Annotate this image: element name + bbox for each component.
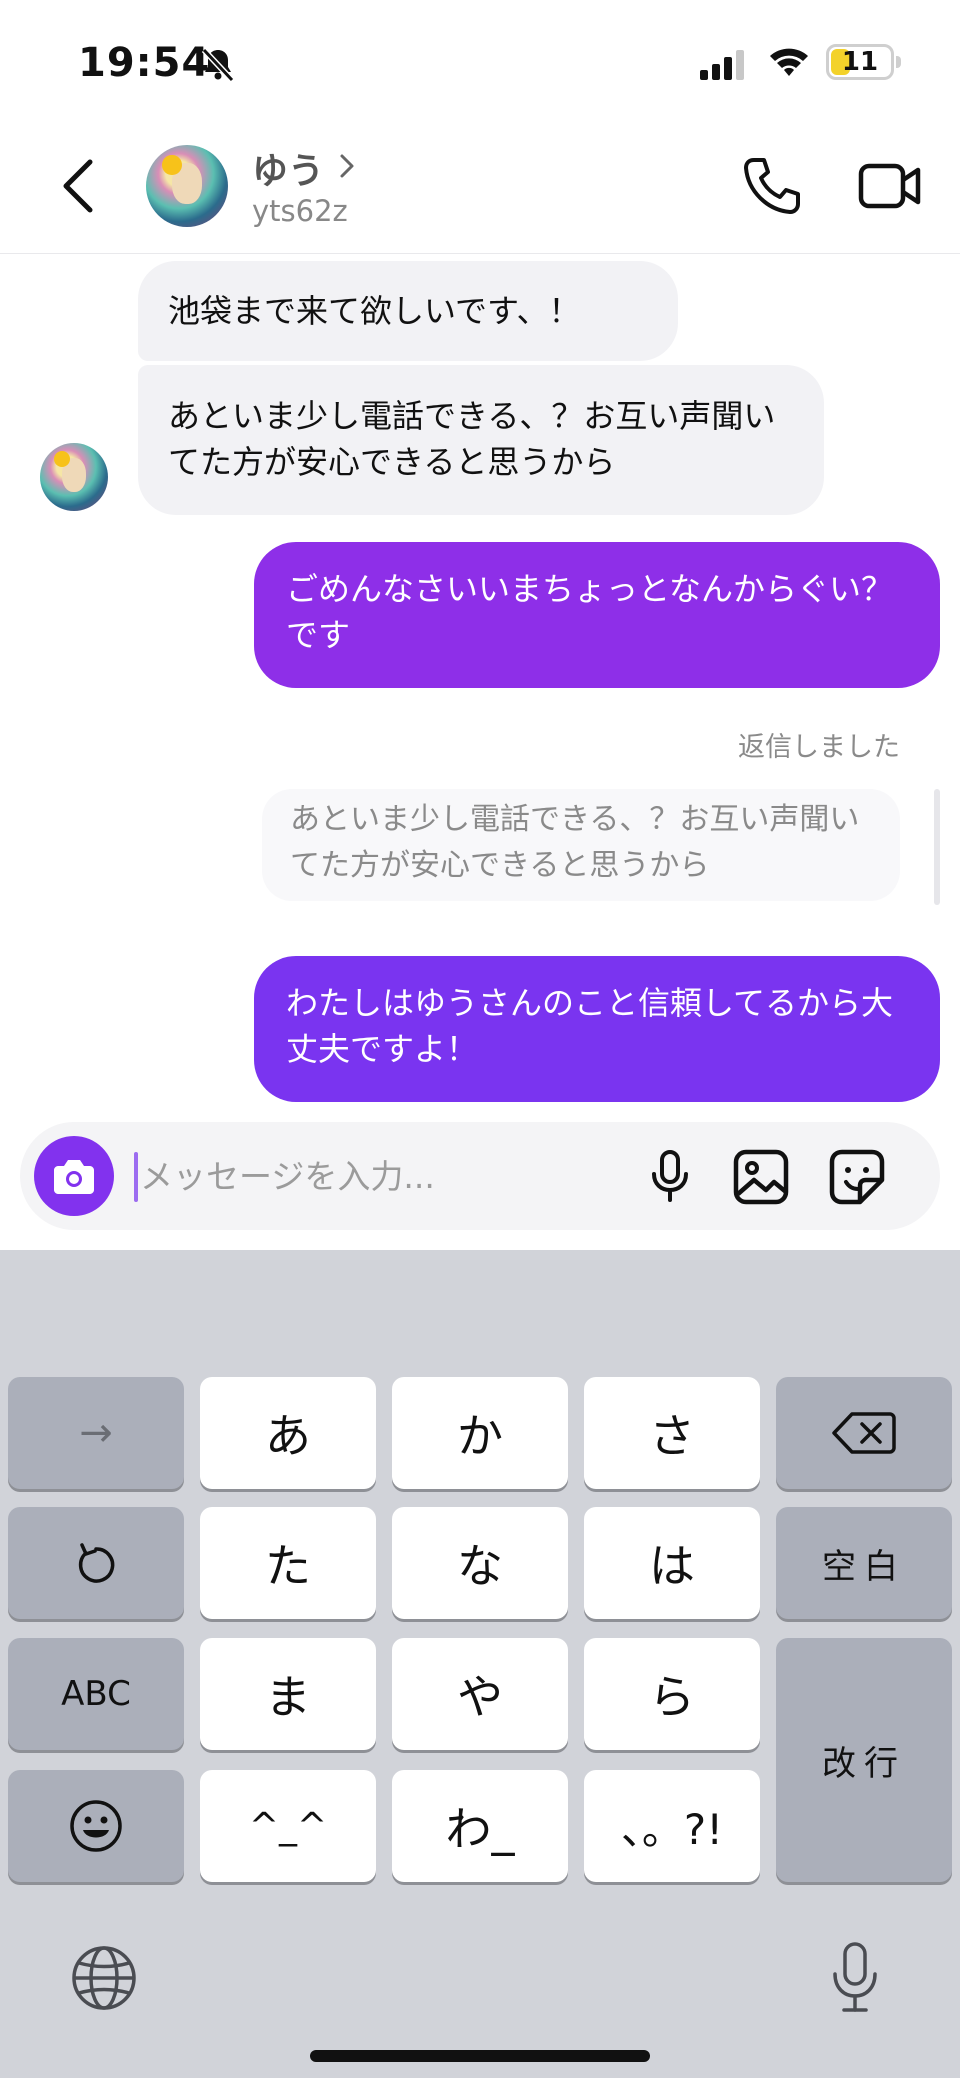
key-ka[interactable]: か xyxy=(392,1377,568,1489)
emoji-icon xyxy=(70,1800,122,1852)
battery-percentage: 11 xyxy=(841,47,879,77)
quoted-reply-preview[interactable]: あといま少し電話できる、？お互い声聞いてた方が安心できると思うから xyxy=(262,789,900,901)
video-camera-icon[interactable] xyxy=(858,156,922,216)
key-a[interactable]: あ xyxy=(200,1377,376,1489)
key-emoji[interactable] xyxy=(8,1770,184,1882)
avatar[interactable] xyxy=(146,145,228,227)
contact-name[interactable]: ゆう xyxy=(252,142,324,194)
key-ta[interactable]: た xyxy=(200,1507,376,1619)
battery-cap xyxy=(896,56,901,68)
sticker-icon[interactable] xyxy=(828,1148,886,1206)
key-ha[interactable]: は xyxy=(584,1507,760,1619)
key-wa[interactable]: わ_ xyxy=(392,1770,568,1882)
key-delete[interactable] xyxy=(776,1377,952,1489)
outgoing-message-bubble[interactable]: ごめんなさいいまちょっとなんからぐい？です xyxy=(254,542,940,688)
keyboard: → あ か さ た な は 空白 ABC ま や ら 改行 ^_^ わ_ 、。?… xyxy=(0,1250,960,2078)
message-list[interactable]: 池袋まで来て欲しいです、！ あといま少し電話できる、？お互い声聞いてた方が安心で… xyxy=(0,255,960,1110)
back-chevron-icon[interactable] xyxy=(52,150,112,222)
avatar[interactable] xyxy=(40,443,108,511)
undo-icon xyxy=(78,1543,115,1583)
key-space[interactable]: 空白 xyxy=(776,1507,952,1619)
key-na[interactable]: な xyxy=(392,1507,568,1619)
dictation-mic-icon[interactable] xyxy=(830,1940,880,2016)
microphone-icon[interactable] xyxy=(642,1148,698,1204)
key-abc[interactable]: ABC xyxy=(8,1638,184,1750)
phone-icon[interactable] xyxy=(740,154,804,218)
cellular-signal-icon xyxy=(700,50,744,80)
key-sa[interactable]: さ xyxy=(584,1377,760,1489)
key-ma[interactable]: ま xyxy=(200,1638,376,1750)
replied-label: 返信しました xyxy=(738,732,900,763)
status-time: 19:54 xyxy=(78,40,211,86)
key-ya[interactable]: や xyxy=(392,1638,568,1750)
incoming-message-bubble[interactable]: 池袋まで来て欲しいです、！ xyxy=(138,261,678,361)
key-ra[interactable]: ら xyxy=(584,1638,760,1750)
bell-slash-icon xyxy=(201,47,235,83)
wifi-icon xyxy=(770,48,808,76)
globe-icon[interactable] xyxy=(70,1944,138,2012)
camera-button[interactable] xyxy=(34,1136,114,1216)
key-undo[interactable] xyxy=(8,1507,184,1619)
camera-icon xyxy=(54,1160,94,1194)
key-return[interactable]: 改行 xyxy=(776,1638,952,1882)
incoming-message-bubble[interactable]: あといま少し電話できる、？お互い声聞いてた方が安心できると思うから xyxy=(138,365,824,515)
contact-handle: yts62z xyxy=(252,194,348,228)
avatar-flower xyxy=(162,154,183,175)
status-bar: 19:54 11 xyxy=(0,0,960,120)
key-punctuation[interactable]: 、。?! xyxy=(584,1770,760,1882)
home-indicator xyxy=(310,2050,650,2062)
chat-header: ゆう yts62z xyxy=(0,120,960,254)
image-icon[interactable] xyxy=(732,1148,790,1206)
message-input[interactable] xyxy=(140,1144,620,1208)
key-kaomoji[interactable]: ^_^ xyxy=(200,1770,376,1882)
chevron-right-icon[interactable] xyxy=(336,150,358,182)
outgoing-message-bubble[interactable]: わたしはゆうさんのこと信頼してるから大丈夫ですよ！ xyxy=(254,956,940,1102)
delete-icon xyxy=(832,1412,896,1454)
battery-icon: 11 xyxy=(826,44,894,80)
message-composer xyxy=(20,1122,940,1230)
text-cursor xyxy=(134,1152,138,1202)
key-arrow[interactable]: → xyxy=(8,1377,184,1489)
quote-bar xyxy=(934,789,940,905)
